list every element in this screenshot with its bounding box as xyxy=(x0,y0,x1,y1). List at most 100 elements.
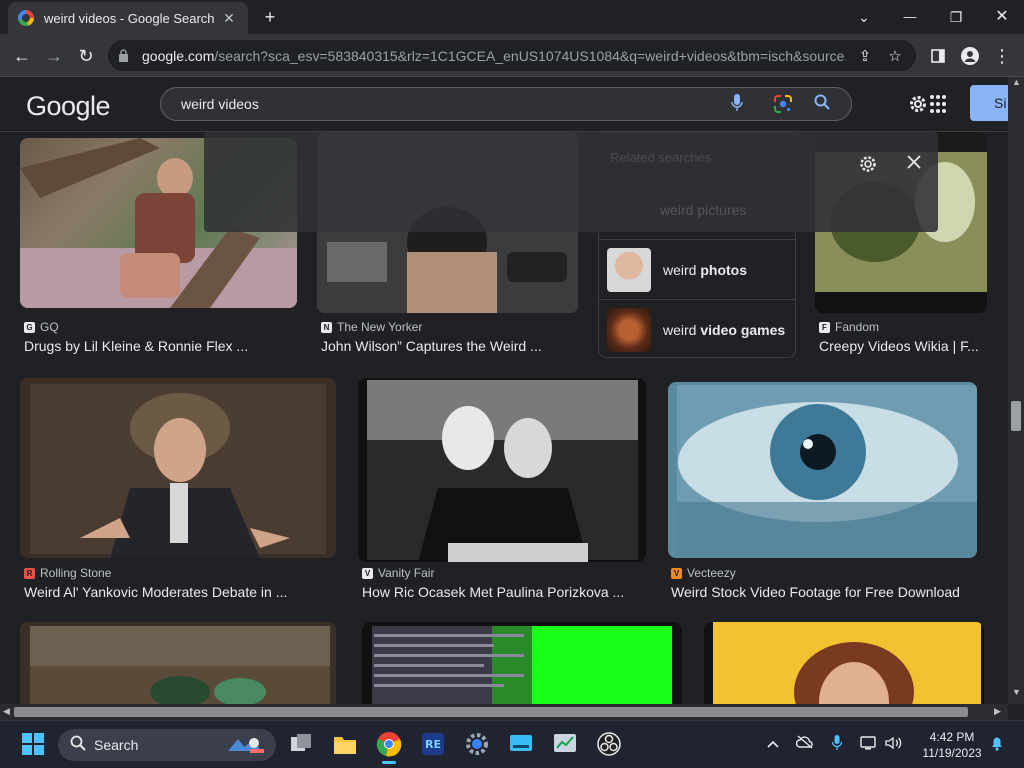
taskbar-clock[interactable]: 4:42 PM 11/19/2023 xyxy=(914,729,990,761)
minimize-button[interactable]: — xyxy=(896,4,924,30)
new-tab-button[interactable]: + xyxy=(256,4,284,30)
search-input[interactable]: weird videos xyxy=(181,96,259,112)
result-title[interactable]: How Ric Ocasek Met Paulina Porizkova ... xyxy=(362,584,624,600)
volume-icon[interactable] xyxy=(882,735,904,754)
result-image[interactable] xyxy=(20,378,336,558)
title-bar: weird videos - Google Search ✕ + ⌄ — ❐ ✕ xyxy=(0,0,1024,34)
network-icon[interactable] xyxy=(858,735,880,754)
share-icon[interactable]: ⇪ xyxy=(854,47,876,65)
profile-icon[interactable] xyxy=(956,42,984,70)
microphone-tray-icon[interactable] xyxy=(826,735,848,754)
task-view-icon[interactable] xyxy=(288,731,314,757)
overlay-popup: Related searches weird pictures xyxy=(204,132,938,232)
clock-date: 11/19/2023 xyxy=(922,746,982,760)
related-thumbnail xyxy=(607,307,651,352)
taskbar-search[interactable]: Search xyxy=(58,729,276,761)
rolling-stone-favicon-icon: R xyxy=(24,567,35,579)
result-source[interactable]: V Vecteezy xyxy=(671,566,736,580)
result-source[interactable]: N The New Yorker xyxy=(321,320,422,334)
forward-button[interactable]: → xyxy=(40,42,68,70)
result-image[interactable] xyxy=(704,622,984,704)
gq-favicon-icon: G xyxy=(24,321,35,333)
overlay-subtext: weird pictures xyxy=(660,202,747,218)
file-explorer-icon[interactable] xyxy=(332,731,358,757)
clock-time: 4:42 PM xyxy=(929,730,975,744)
scroll-up-icon[interactable]: ▲ xyxy=(1012,77,1021,87)
google-logo[interactable]: Google xyxy=(26,91,111,122)
fandom-favicon-icon: F xyxy=(819,321,830,333)
svg-text:RE: RE xyxy=(425,738,441,751)
notification-bell-icon[interactable] xyxy=(986,735,1008,754)
google-lens-icon[interactable] xyxy=(773,94,793,114)
google-favicon-icon xyxy=(18,10,34,26)
overlay-heading: Related searches xyxy=(610,150,712,165)
tab-close-icon[interactable]: ✕ xyxy=(220,10,238,27)
cloud-off-icon[interactable] xyxy=(794,735,816,752)
taskbar-search-label: Search xyxy=(94,737,139,753)
active-indicator xyxy=(382,761,396,764)
related-label: weird video games xyxy=(663,321,786,338)
result-image[interactable] xyxy=(358,378,646,562)
url-domain: google.com xyxy=(142,47,215,64)
search-highlight-icon xyxy=(224,733,268,757)
restore-button[interactable]: ❐ xyxy=(942,4,970,30)
tab-search-icon[interactable]: ⌄ xyxy=(850,4,878,30)
search-icon[interactable] xyxy=(811,94,833,116)
url-path: /search?sca_esv=583840315&rlz=1C1GCEA_en… xyxy=(214,47,846,64)
chevron-up-icon[interactable] xyxy=(762,735,784,751)
close-icon[interactable] xyxy=(902,150,926,174)
result-title[interactable]: Weird Al' Yankovic Moderates Debate in .… xyxy=(24,584,287,600)
result-title[interactable]: John Wilson” Captures the Weird ... xyxy=(321,338,542,354)
horizontal-scrollbar[interactable]: ◀ ▶ xyxy=(0,704,1008,720)
scroll-right-icon[interactable]: ▶ xyxy=(994,706,1001,717)
search-icon xyxy=(70,735,86,756)
result-title[interactable]: Weird Stock Video Footage for Free Downl… xyxy=(671,584,960,600)
settings-icon[interactable] xyxy=(908,93,948,115)
app-chart-icon[interactable] xyxy=(552,731,578,757)
app-re-icon[interactable]: RE xyxy=(420,731,446,757)
windows-start-icon[interactable] xyxy=(20,731,46,757)
vertical-scrollbar[interactable]: ▲ ▼ xyxy=(1008,77,1024,704)
google-header: Google weird videos Si xyxy=(0,77,1024,132)
reload-button[interactable]: ↻ xyxy=(72,42,100,70)
star-icon[interactable]: ☆ xyxy=(884,47,906,65)
taskbar: Search RE 4:42 PM 11/19/2023 xyxy=(0,720,1024,768)
gear-icon[interactable] xyxy=(856,152,880,176)
search-box[interactable]: weird videos xyxy=(160,87,852,121)
vertical-scroll-thumb[interactable] xyxy=(1011,401,1021,431)
result-source[interactable]: F Fandom xyxy=(819,320,879,334)
related-label: weird photos xyxy=(663,261,748,278)
result-image[interactable] xyxy=(668,382,977,558)
settings-app-icon[interactable] xyxy=(464,731,490,757)
vanity-fair-favicon-icon: V xyxy=(362,567,373,579)
side-panel-icon[interactable] xyxy=(924,42,952,70)
microphone-icon[interactable] xyxy=(727,94,747,114)
back-button[interactable]: ← xyxy=(8,42,36,70)
scroll-left-icon[interactable]: ◀ xyxy=(3,706,10,717)
url-text[interactable]: google.com/search?sca_esv=583840315&rlz=… xyxy=(142,48,846,64)
result-source[interactable]: R Rolling Stone xyxy=(24,566,111,580)
related-item-video-games[interactable]: weird video games xyxy=(599,299,795,359)
scroll-down-icon[interactable]: ▼ xyxy=(1012,687,1021,697)
result-title[interactable]: Drugs by Lil Kleine & Ronnie Flex ... xyxy=(24,338,248,354)
navigation-bar: ← → ↻ google.com/search?sca_esv=58384031… xyxy=(0,34,1024,77)
result-title[interactable]: Creepy Videos Wikia | F... xyxy=(819,338,979,354)
chrome-icon[interactable] xyxy=(376,731,402,764)
app-screen-icon[interactable] xyxy=(508,731,534,757)
result-image[interactable] xyxy=(362,622,682,704)
close-window-button[interactable]: ✕ xyxy=(988,4,1016,30)
address-bar[interactable]: google.com/search?sca_esv=583840315&rlz=… xyxy=(108,40,916,71)
obs-icon[interactable] xyxy=(596,731,622,757)
horizontal-scroll-thumb[interactable] xyxy=(14,707,968,717)
related-thumbnail xyxy=(607,247,651,292)
vecteezy-favicon-icon: V xyxy=(671,567,682,579)
browser-tab[interactable]: weird videos - Google Search ✕ xyxy=(8,2,248,34)
tab-title: weird videos - Google Search xyxy=(44,10,215,26)
related-item-photos[interactable]: weird photos xyxy=(599,239,795,299)
result-source[interactable]: V Vanity Fair xyxy=(362,566,434,580)
result-image[interactable] xyxy=(20,622,336,704)
lock-icon[interactable] xyxy=(118,48,130,63)
new-yorker-favicon-icon: N xyxy=(321,321,332,333)
menu-icon[interactable]: ⋮ xyxy=(988,42,1016,70)
result-source[interactable]: G GQ xyxy=(24,320,59,334)
